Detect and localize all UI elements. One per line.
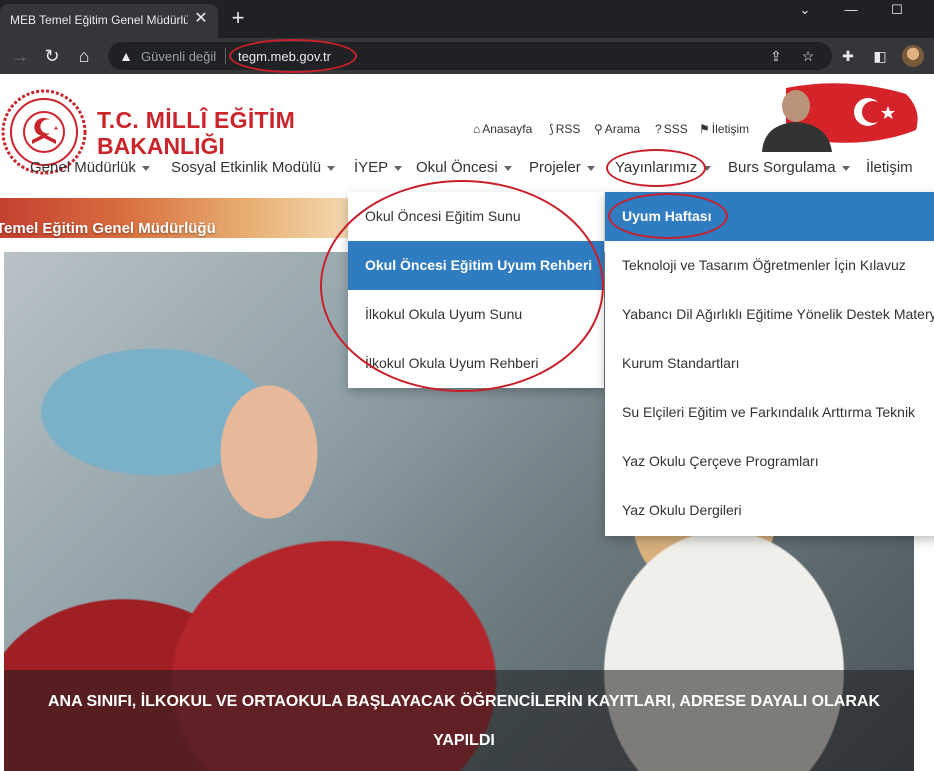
menu-item-su-elcileri[interactable]: Su Elçileri Eğitim ve Farkındalık Arttır… [605, 388, 934, 437]
search-icon: ⚲ [594, 122, 603, 136]
question-icon: ? [655, 122, 662, 136]
turkish-flag-portrait-image [762, 83, 918, 152]
close-tab-icon[interactable]: ✕ [192, 10, 210, 28]
profile-avatar[interactable] [902, 45, 924, 67]
caret-down-icon [586, 165, 595, 171]
menu-item-ilkokul-uyum-rehberi[interactable]: İlkokul Okula Uyum Rehberi [348, 339, 604, 388]
minimize-window-button[interactable]: — [828, 0, 874, 20]
caret-down-icon [841, 165, 850, 171]
nav-yayinlarimiz[interactable]: Yayınlarımız [615, 159, 712, 176]
address-bar[interactable]: ▲ Güvenli değil tegm.meb.gov.tr ⇪ ☆ [108, 42, 832, 70]
back-arrow-icon[interactable]: → [8, 44, 32, 68]
web-page: T.C. MİLLÎ EĞİTİM BAKANLIĞI ⌂ Anasayfa ⟆ R… [0, 74, 934, 771]
bookmark-star-icon[interactable]: ☆ [798, 46, 818, 66]
browser-tab-active[interactable]: MEB Temel Eğitim Genel Müdürlü ✕ [0, 4, 218, 38]
quicklink-iletisim[interactable]: ⚑ İletişim [699, 122, 749, 136]
hero-caption-text[interactable]: ANA SINIFI, İLKOKUL VE ORTAOKULA BAŞLAYA… [34, 682, 894, 760]
nav-iyep[interactable]: İYEP [354, 159, 403, 176]
home-icon: ⌂ [473, 122, 481, 136]
reload-icon[interactable]: ↻ [40, 44, 64, 68]
url-text[interactable]: tegm.meb.gov.tr [238, 49, 331, 64]
menu-item-ilkokul-uyum-sunu[interactable]: İlkokul Okula Uyum Sunu [348, 290, 604, 339]
menu-item-yaz-okulu-dergileri[interactable]: Yaz Okulu Dergileri [605, 486, 934, 535]
page-banner: Temel Eğitim Genel Müdürlüğü [0, 198, 350, 238]
nav-projeler[interactable]: Projeler [529, 159, 595, 176]
caret-down-icon [141, 165, 150, 171]
extensions-puzzle-icon[interactable]: ✚ [838, 46, 858, 66]
share-icon[interactable]: ⇪ [766, 46, 786, 66]
maximize-window-button[interactable]: ☐ [874, 0, 920, 20]
caret-down-icon [394, 165, 403, 171]
tab-title: MEB Temel Eğitim Genel Müdürlü [10, 13, 188, 27]
menu-item-teknoloji-tasarim-kilavuz[interactable]: Teknoloji ve Tasarım Öğretmenler İçin Kı… [605, 241, 934, 290]
security-status-label[interactable]: Güvenli değil [141, 49, 216, 64]
browser-toolbar: → ↻ ⌂ ▲ Güvenli değil tegm.meb.gov.tr ⇪ … [0, 38, 934, 74]
caret-down-icon [327, 165, 336, 171]
nav-okul-oncesi[interactable]: Okul Öncesi [416, 159, 512, 176]
nav-iletisim[interactable]: İletişim [866, 159, 913, 176]
new-tab-button[interactable]: + [226, 6, 250, 30]
menu-item-uyum-haftasi[interactable]: Uyum Haftası [605, 192, 934, 241]
home-icon[interactable]: ⌂ [72, 44, 96, 68]
menu-item-kurum-standartlari[interactable]: Kurum Standartları [605, 339, 934, 388]
main-navigation: Genel Müdürlük Sosyal Etkinlik Modülü İY… [0, 156, 934, 182]
side-panel-icon[interactable]: ◧ [870, 46, 890, 66]
quicklink-sss[interactable]: ? SSS [655, 122, 688, 136]
caret-down-icon [503, 165, 512, 171]
okul-oncesi-dropdown-menu: Okul Öncesi Eğitim Sunu Okul Öncesi Eğit… [348, 192, 604, 388]
nav-genel-mudurluk[interactable]: Genel Müdürlük [30, 159, 150, 176]
browser-tab-bar: MEB Temel Eğitim Genel Müdürlü ✕ + ⌄ — ☐ [0, 0, 934, 38]
location-pin-icon: ⚑ [699, 122, 710, 136]
brand-title-line1[interactable]: T.C. MİLLÎ EĞİTİM [97, 107, 295, 134]
menu-item-yaz-okulu-programlari[interactable]: Yaz Okulu Çerçeve Programları [605, 437, 934, 486]
rss-icon: ⟆ [549, 122, 554, 136]
banner-title: Temel Eğitim Genel Müdürlüğü [0, 220, 216, 237]
nav-burs-sorgulama[interactable]: Burs Sorgulama [728, 159, 850, 176]
quicklink-rss[interactable]: ⟆ RSS [549, 122, 580, 136]
address-separator [225, 48, 226, 64]
menu-item-okul-oncesi-uyum-rehberi[interactable]: Okul Öncesi Eğitim Uyum Rehberi [348, 241, 604, 290]
menu-item-okul-oncesi-egitim-sunu[interactable]: Okul Öncesi Eğitim Sunu [348, 192, 604, 241]
quicklink-arama[interactable]: ⚲ Arama [594, 122, 640, 136]
tab-search-chevron-icon[interactable]: ⌄ [782, 0, 828, 20]
caret-down-icon [703, 165, 712, 171]
quicklink-anasayfa[interactable]: ⌂ Anasayfa [473, 122, 532, 136]
nav-sosyal-etkinlik[interactable]: Sosyal Etkinlik Modülü [171, 159, 336, 176]
warning-icon[interactable]: ▲ [118, 48, 134, 64]
yayinlarimiz-dropdown-menu: Uyum Haftası Teknoloji ve Tasarım Öğretm… [605, 192, 934, 536]
menu-item-yabanci-dil-destek[interactable]: Yabancı Dil Ağırlıklı Eğitime Yönelik De… [605, 290, 934, 339]
